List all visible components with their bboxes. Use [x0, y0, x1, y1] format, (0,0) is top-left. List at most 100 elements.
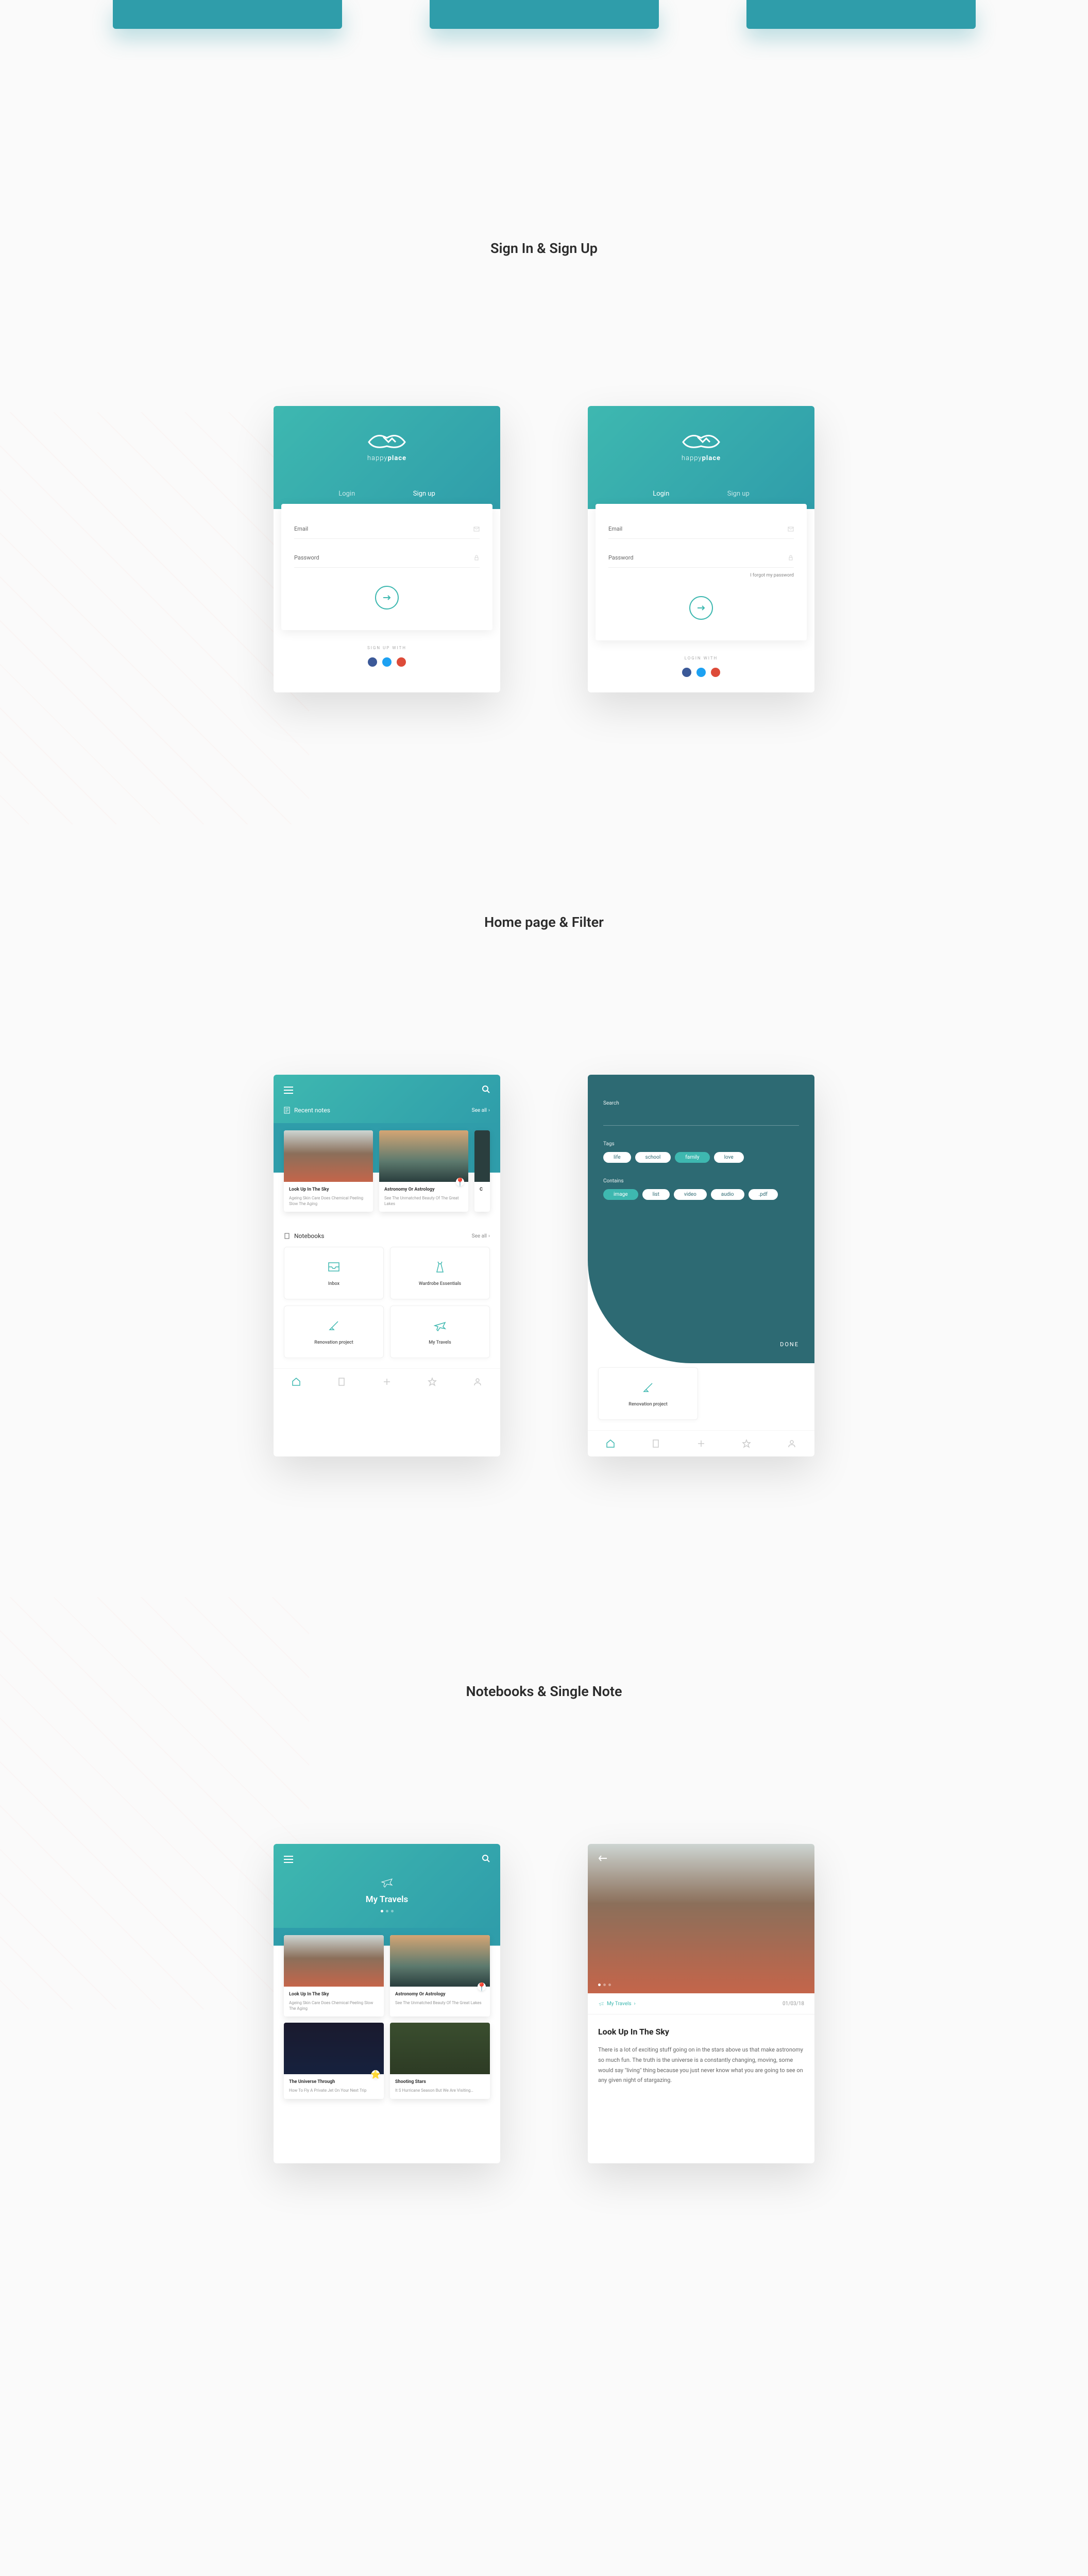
note-card[interactable]: Look Up In The Sky Ageing Skin Care Does…	[284, 1130, 373, 1212]
contains-label: Contains	[603, 1178, 799, 1184]
contains-list[interactable]: list	[642, 1189, 670, 1200]
forgot-password-link[interactable]: I forgot my password	[608, 573, 794, 578]
note-card[interactable]: Look Up In The SkyAgeing Skin Care Does …	[284, 1935, 384, 2016]
note-card[interactable]: C	[474, 1130, 490, 1212]
bottom-nav	[274, 1368, 500, 1395]
note-card[interactable]: 📍 Astronomy Or Astrology See The Unmatch…	[379, 1130, 468, 1212]
mail-icon	[788, 526, 794, 532]
twitter-icon[interactable]	[382, 657, 392, 667]
login-tab[interactable]: Login	[653, 488, 669, 500]
home-screen: Recent notes See all › Look Up In The Sk…	[274, 1075, 500, 1456]
password-field[interactable]: Password	[608, 548, 794, 568]
facebook-icon[interactable]	[368, 657, 377, 667]
see-all-link[interactable]: See all ›	[472, 1233, 490, 1239]
note-image	[284, 1130, 373, 1182]
note-card[interactable]: 📍 Astronomy Or AstrologySee The Unmatche…	[390, 1935, 490, 2016]
pager-dots	[598, 1984, 611, 1986]
contains-audio[interactable]: audio	[711, 1189, 744, 1200]
nav-profile-icon[interactable]	[787, 1439, 796, 1448]
signup-tab[interactable]: Sign up	[413, 488, 435, 500]
nav-profile-icon[interactable]	[473, 1377, 482, 1386]
location-icon: 📍	[456, 1178, 464, 1186]
search-label: Search	[603, 1100, 799, 1106]
notebook-title: My Travels	[284, 1894, 490, 1905]
nav-notebook-icon[interactable]	[651, 1439, 660, 1448]
recent-notes-title: Recent notes	[284, 1107, 330, 1114]
signup-with-label: SIGN UP WITH	[274, 646, 500, 650]
note-image: 📍	[379, 1130, 468, 1182]
notebooks-title: Notebooks	[284, 1232, 324, 1240]
notebook-item-inbox[interactable]: Inbox	[284, 1247, 384, 1299]
contains-image[interactable]: image	[603, 1189, 638, 1200]
menu-icon[interactable]	[284, 1856, 293, 1863]
hero-card	[430, 0, 659, 29]
search-icon[interactable]	[482, 1854, 490, 1865]
brush-icon	[641, 1380, 655, 1395]
facebook-icon[interactable]	[682, 668, 691, 677]
google-icon[interactable]	[397, 657, 406, 667]
app-logo: happyplace	[678, 427, 724, 462]
bottom-nav	[588, 1430, 814, 1456]
plane-icon	[433, 1318, 447, 1333]
notebook-item-travels[interactable]: My Travels	[390, 1306, 490, 1358]
notebook-item-renovation[interactable]: Renovation project	[284, 1306, 384, 1358]
search-input[interactable]	[603, 1111, 799, 1126]
back-button[interactable]	[598, 1854, 804, 1864]
notebook-icon	[284, 1233, 290, 1239]
nav-star-icon[interactable]	[428, 1377, 437, 1386]
tag-family[interactable]: family	[675, 1152, 709, 1163]
single-note-screen: My Travels › 01/03/18 Look Up In The Sky…	[588, 1844, 814, 2163]
signup-screen: happyplace Login Sign up Email Password …	[274, 406, 500, 692]
twitter-icon[interactable]	[696, 668, 706, 677]
breadcrumb[interactable]: My Travels ›	[598, 2001, 636, 2007]
tag-school[interactable]: school	[635, 1152, 671, 1163]
plane-icon	[380, 1875, 394, 1889]
section-heading-home: Home page & Filter	[0, 914, 1088, 930]
tag-life[interactable]: life	[603, 1152, 631, 1163]
hero-cards-row	[0, 0, 1088, 29]
app-logo: happyplace	[364, 427, 410, 462]
nav-add-icon[interactable]	[382, 1377, 392, 1386]
login-tab[interactable]: Login	[338, 488, 355, 500]
note-card[interactable]: ⭐ The Universe ThroughHow To Fly A Priva…	[284, 2023, 384, 2098]
password-field[interactable]: Password	[294, 548, 480, 568]
mail-icon	[473, 526, 480, 532]
contains-pdf[interactable]: .pdf	[749, 1189, 778, 1200]
pager-dots	[284, 1910, 490, 1912]
nav-notebook-icon[interactable]	[337, 1377, 346, 1386]
contains-video[interactable]: video	[674, 1189, 707, 1200]
nav-add-icon[interactable]	[696, 1439, 706, 1448]
email-field[interactable]: Email	[608, 519, 794, 539]
note-icon	[284, 1107, 290, 1114]
lock-icon	[788, 555, 794, 561]
section-heading-notebooks: Notebooks & Single Note	[0, 1683, 1088, 1700]
hero-card	[746, 0, 976, 29]
done-button[interactable]: DONE	[780, 1341, 799, 1348]
submit-button[interactable]	[689, 596, 713, 620]
notebook-item-renovation[interactable]: Renovation project	[598, 1367, 698, 1420]
signup-tab[interactable]: Sign up	[727, 488, 750, 500]
menu-icon[interactable]	[284, 1087, 293, 1094]
note-date: 01/03/18	[783, 2001, 804, 2007]
star-icon: ⭐	[371, 2070, 380, 2078]
see-all-link[interactable]: See all ›	[472, 1108, 490, 1113]
search-icon[interactable]	[482, 1085, 490, 1095]
note-body: There is a lot of exciting stuff going o…	[598, 2045, 804, 2086]
login-screen: happyplace Login Sign up Email Password …	[588, 406, 814, 692]
nav-home-icon[interactable]	[292, 1377, 301, 1386]
submit-button[interactable]	[375, 586, 399, 609]
note-card[interactable]: Shooting StarsIt S Hurricane Season But …	[390, 2023, 490, 2098]
login-with-label: LOGIN WITH	[588, 656, 814, 660]
nav-home-icon[interactable]	[606, 1439, 615, 1448]
email-field[interactable]: Email	[294, 519, 480, 539]
lock-icon	[473, 555, 480, 561]
plane-icon	[598, 2001, 604, 2007]
nav-star-icon[interactable]	[742, 1439, 751, 1448]
tag-love[interactable]: love	[714, 1152, 744, 1163]
notebook-item-wardrobe[interactable]: Wardrobe Essentials	[390, 1247, 490, 1299]
filter-screen: Search Tags life school family love Cont…	[588, 1075, 814, 1456]
contains-group: image list video audio .pdf	[603, 1189, 799, 1200]
notebook-detail-screen: My Travels Look Up In The SkyAgeing Skin…	[274, 1844, 500, 2163]
google-icon[interactable]	[711, 668, 720, 677]
brush-icon	[327, 1318, 341, 1333]
